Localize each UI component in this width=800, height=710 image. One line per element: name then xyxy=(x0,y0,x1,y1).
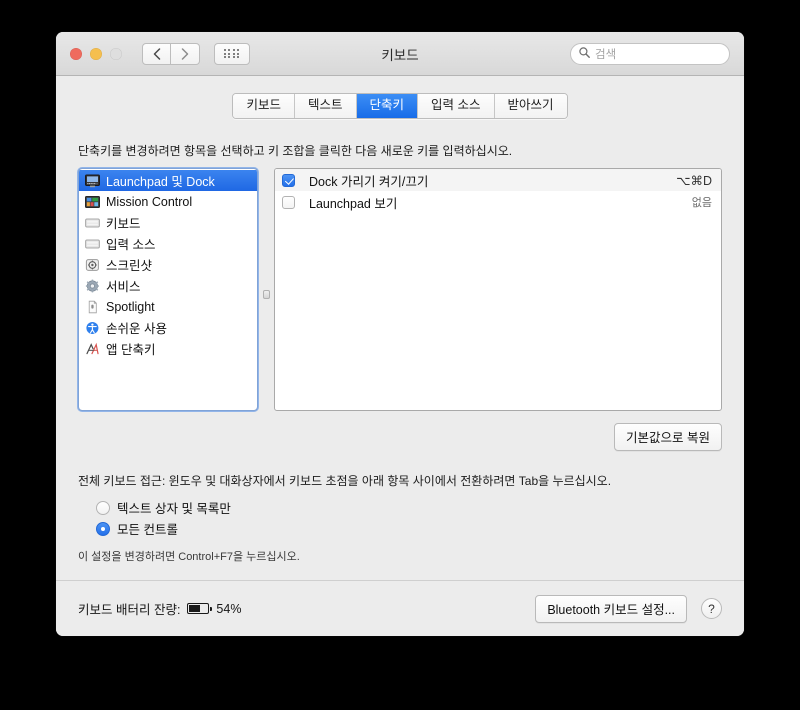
sidebar-item-keyboard[interactable]: 키보드 xyxy=(79,212,257,233)
minimize-button[interactable] xyxy=(90,47,102,60)
chevron-right-icon xyxy=(181,47,189,60)
radio-label: 모든 컨트롤 xyxy=(117,523,178,537)
sidebar-item-launchpad-dock[interactable]: Launchpad 및 Dock xyxy=(79,170,257,191)
radio-all-controls[interactable]: 모든 컨트롤 xyxy=(78,518,722,539)
screenshot-icon xyxy=(85,258,100,272)
shortcuts-split-view: Launchpad 및 Dock Mission Control 키보드 입력 … xyxy=(77,167,722,412)
sidebar-item-label: 키보드 xyxy=(106,217,141,231)
split-view-divider[interactable] xyxy=(258,168,274,411)
search-icon xyxy=(579,45,590,63)
shortcut-key[interactable]: 없음 xyxy=(692,194,712,210)
input-sources-icon xyxy=(85,237,100,251)
mission-control-icon xyxy=(85,195,100,209)
battery-percent: 54% xyxy=(216,601,242,616)
shortcut-list[interactable]: Dock 가리기 켜기/끄기 ⌥⌘D Launchpad 보기 없음 xyxy=(274,168,722,411)
sidebar-item-screenshot[interactable]: 스크린샷 xyxy=(79,254,257,275)
keyboard-icon xyxy=(85,216,100,230)
shortcut-key[interactable]: ⌥⌘D xyxy=(676,173,712,188)
search-placeholder: 검색 xyxy=(595,48,617,61)
restore-defaults-button[interactable]: 기본값으로 복원 xyxy=(614,423,722,451)
sidebar-item-spotlight[interactable]: Spotlight xyxy=(79,296,257,317)
restore-defaults-row: 기본값으로 복원 xyxy=(78,423,722,451)
sidebar-item-label: Launchpad 및 Dock xyxy=(106,175,215,189)
sidebar-item-label: Mission Control xyxy=(106,194,193,209)
sidebar-item-services[interactable]: 서비스 xyxy=(79,275,257,296)
chevron-left-icon xyxy=(153,47,161,60)
sidebar-item-mission-control[interactable]: Mission Control xyxy=(79,191,257,212)
tab-input-sources[interactable]: 입력 소스 xyxy=(418,94,495,118)
sidebar-item-label: 앱 단축키 xyxy=(106,343,156,357)
bluetooth-keyboard-settings-button[interactable]: Bluetooth 키보드 설정... xyxy=(535,594,687,623)
full-keyboard-access-description: 전체 키보드 접근: 윈도우 및 대화상자에서 키보드 초점을 아래 항목 사이… xyxy=(78,474,612,488)
sidebar-item-accessibility[interactable]: 손쉬운 사용 xyxy=(79,317,257,338)
preference-pane-content: 단축키를 변경하려면 항목을 선택하고 키 조합을 클릭한 다음 새로운 키를 … xyxy=(56,119,744,580)
keyboard-battery-status: 키보드 배터리 잔량: 54% xyxy=(78,599,241,618)
shortcut-label: Launchpad 보기 xyxy=(309,196,398,211)
tab-shortcuts[interactable]: 단축키 xyxy=(356,94,419,118)
show-all-button[interactable] xyxy=(214,42,250,65)
services-gear-icon xyxy=(85,279,100,293)
radio-text-boxes-and-lists[interactable]: 텍스트 상자 및 목록만 xyxy=(78,497,722,518)
battery-icon xyxy=(187,603,212,614)
sidebar-item-label: Spotlight xyxy=(106,299,155,314)
show-all-grid-icon xyxy=(223,48,241,59)
sidebar-item-label: 서비스 xyxy=(106,280,141,294)
pane-instruction: 단축키를 변경하려면 항목을 선택하고 키 조합을 클릭한 다음 새로운 키를 … xyxy=(78,144,513,158)
sidebar-item-label: 손쉬운 사용 xyxy=(106,322,167,336)
zoom-button xyxy=(110,47,122,60)
tab-keyboard[interactable]: 키보드 xyxy=(233,94,295,118)
table-row[interactable]: Dock 가리기 켜기/끄기 ⌥⌘D xyxy=(275,169,721,191)
window-titlebar: 키보드 검색 xyxy=(56,32,744,76)
app-shortcuts-icon xyxy=(85,342,100,356)
shortcut-category-list[interactable]: Launchpad 및 Dock Mission Control 키보드 입력 … xyxy=(77,167,259,412)
radio-button[interactable] xyxy=(96,521,110,536)
help-button[interactable]: ? xyxy=(701,598,722,619)
tab-bar-area: 키보드 텍스트 단축키 입력 소스 받아쓰기 xyxy=(56,76,744,119)
search-field[interactable]: 검색 xyxy=(570,42,730,65)
sidebar-item-input-sources[interactable]: 입력 소스 xyxy=(79,233,257,254)
system-preferences-window: 키보드 검색 키보드 텍스트 단축키 입력 소스 받아쓰기 단축키를 변경하려면… xyxy=(56,32,744,636)
back-button[interactable] xyxy=(142,42,171,65)
sidebar-item-label: 입력 소스 xyxy=(106,238,156,252)
radio-button[interactable] xyxy=(96,500,110,515)
navigation-buttons xyxy=(142,42,200,65)
accessibility-icon xyxy=(85,321,100,335)
traffic-lights xyxy=(70,47,122,60)
tab-bar: 키보드 텍스트 단축키 입력 소스 받아쓰기 xyxy=(232,93,568,119)
shortcut-checkbox[interactable] xyxy=(282,195,295,209)
sidebar-item-label: 스크린샷 xyxy=(106,259,153,273)
spotlight-icon xyxy=(85,300,100,314)
shortcut-checkbox[interactable] xyxy=(282,173,295,187)
dock-display-icon xyxy=(85,174,100,188)
radio-label: 텍스트 상자 및 목록만 xyxy=(117,502,231,516)
full-keyboard-access-section: 전체 키보드 접근: 윈도우 및 대화상자에서 키보드 초점을 아래 항목 사이… xyxy=(78,472,722,564)
tab-text[interactable]: 텍스트 xyxy=(294,94,357,118)
sidebar-item-app-shortcuts[interactable]: 앱 단축키 xyxy=(79,338,257,359)
full-keyboard-access-note: 이 설정을 변경하려면 Control+F7을 누르십시오. xyxy=(78,551,300,563)
tab-dictation[interactable]: 받아쓰기 xyxy=(494,94,567,118)
full-keyboard-access-options: 텍스트 상자 및 목록만 모든 컨트롤 xyxy=(78,497,722,539)
table-row[interactable]: Launchpad 보기 없음 xyxy=(275,191,721,213)
window-footer: 키보드 배터리 잔량: 54% Bluetooth 키보드 설정... ? xyxy=(56,580,744,636)
forward-button[interactable] xyxy=(171,42,200,65)
split-view-grip[interactable] xyxy=(263,290,270,299)
shortcut-label: Dock 가리기 켜기/끄기 xyxy=(309,174,429,189)
close-button[interactable] xyxy=(70,47,82,60)
battery-label: 키보드 배터리 잔량: xyxy=(78,603,181,617)
